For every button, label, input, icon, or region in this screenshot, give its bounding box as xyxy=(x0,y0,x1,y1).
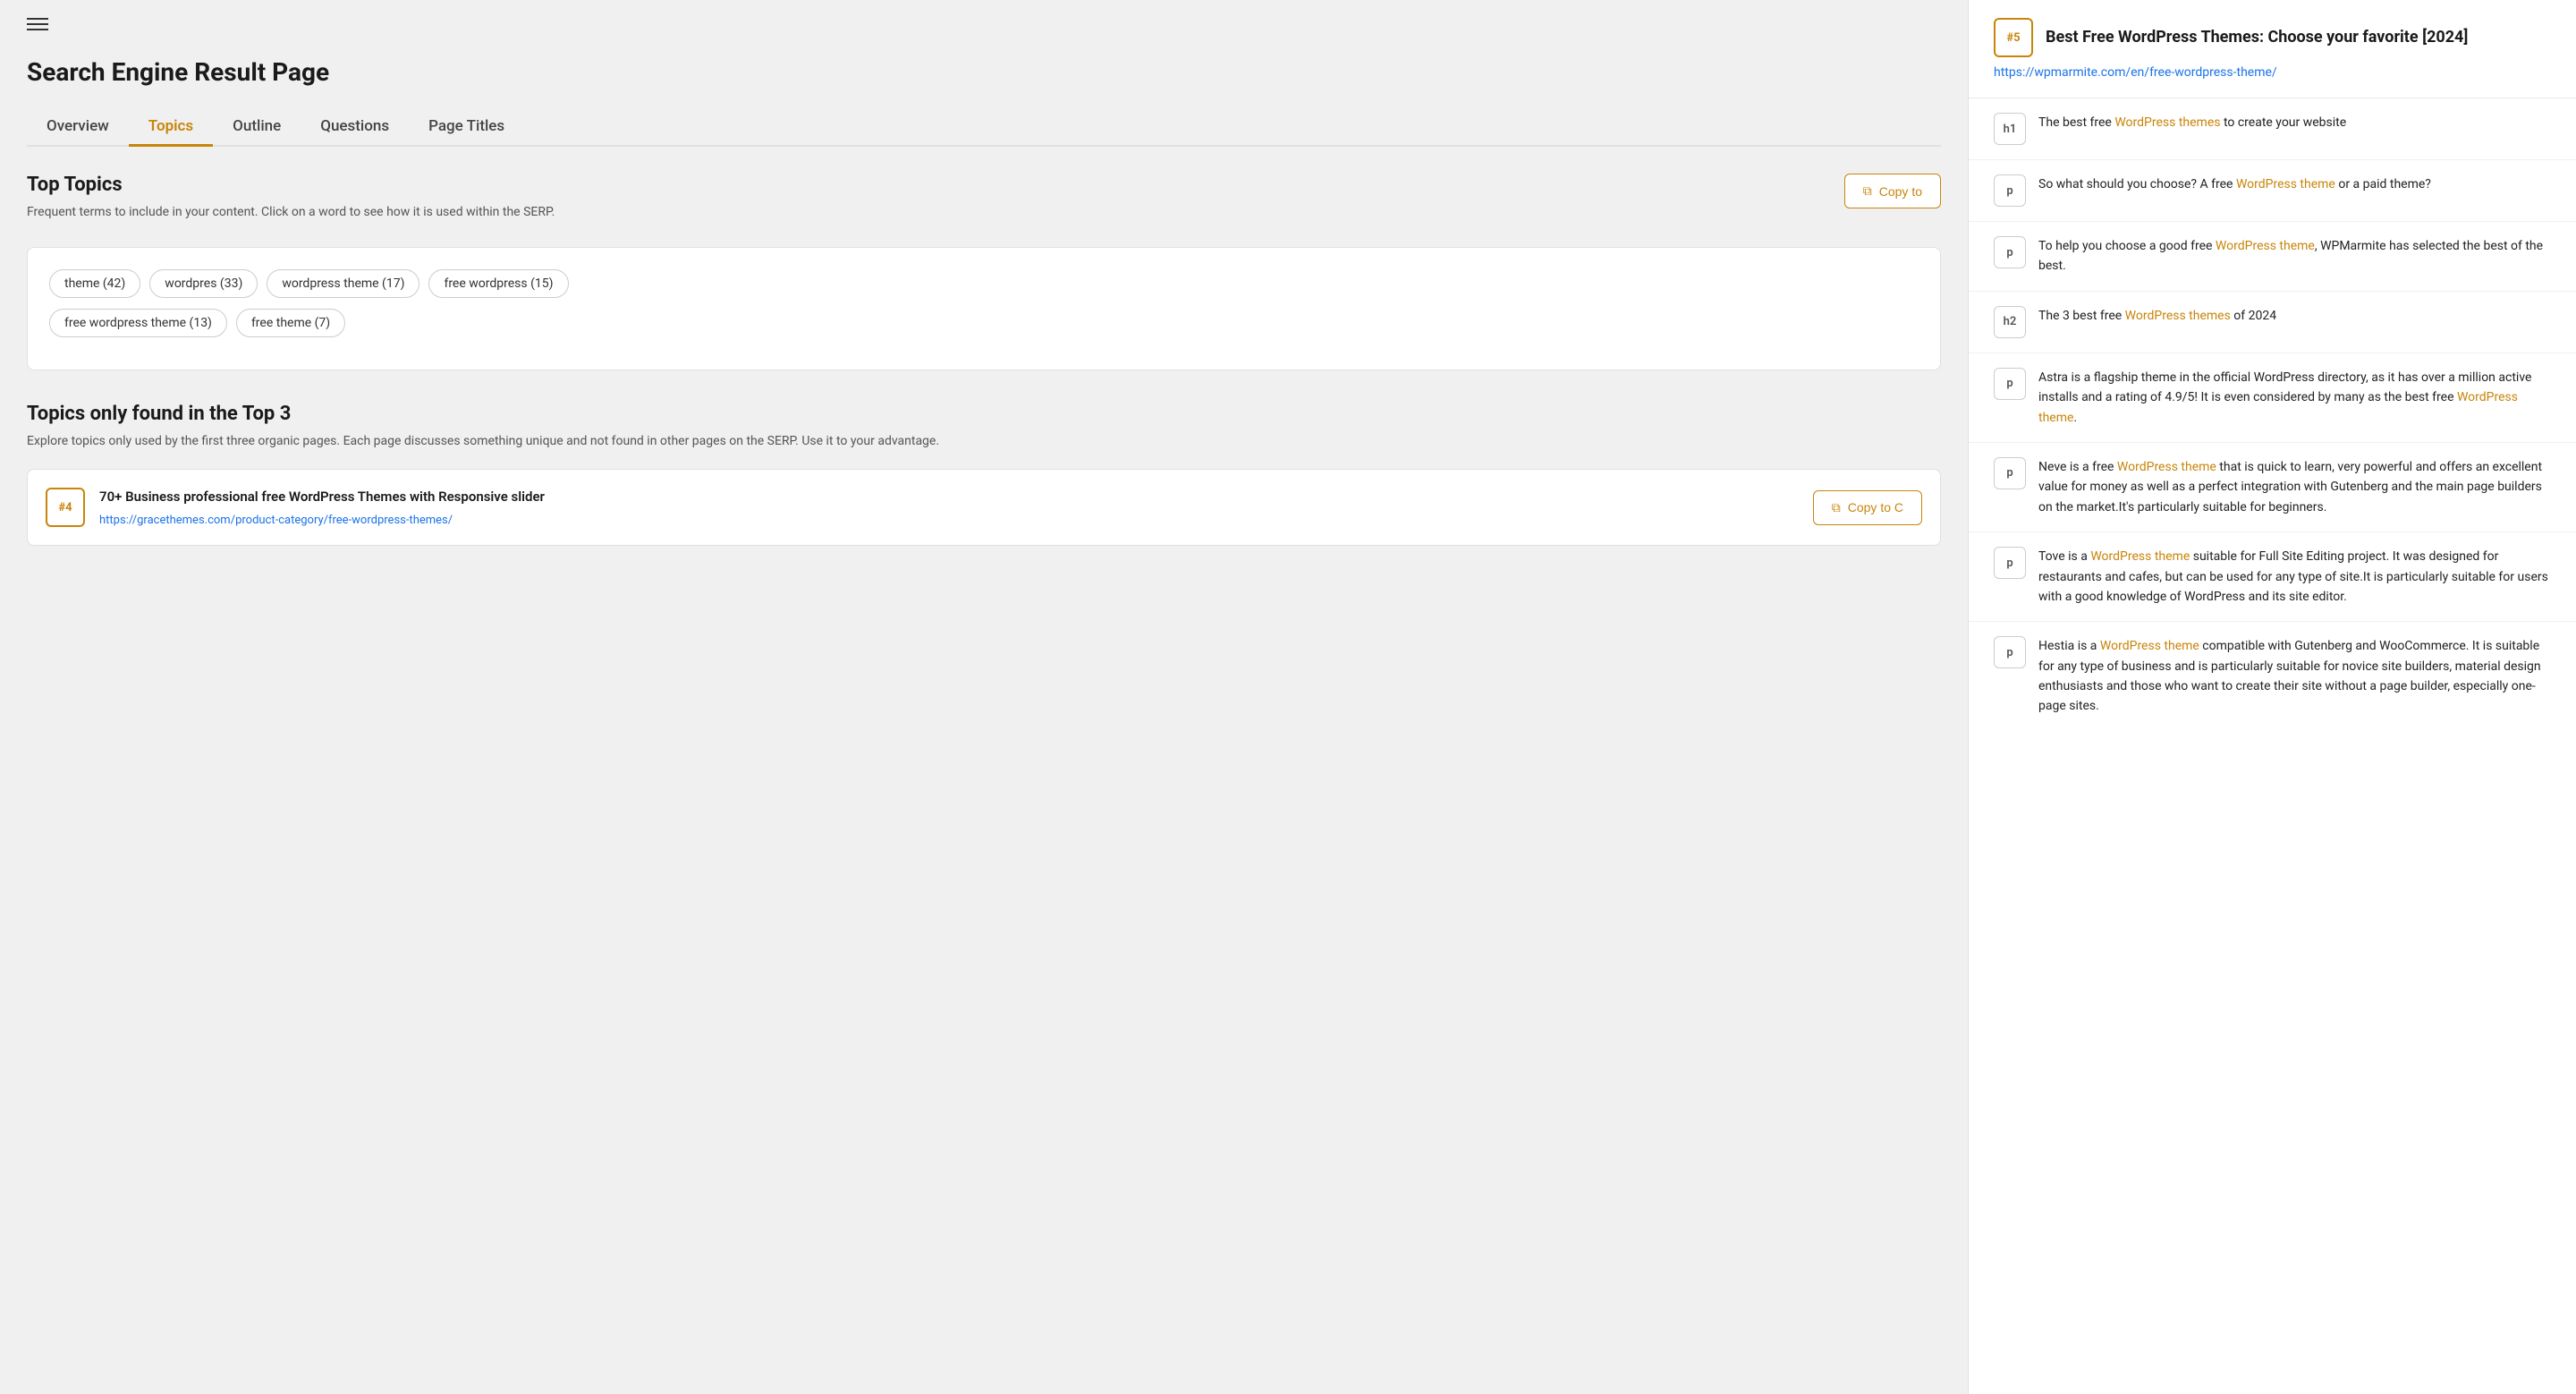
highlight-wordpress-themes-1: WordPress themes xyxy=(2114,115,2220,130)
content-text-p3: Astra is a flagship theme in the officia… xyxy=(2038,368,2551,428)
serp-card-left: #4 70+ Business professional free WordPr… xyxy=(46,488,545,527)
content-text-p4: Neve is a free WordPress theme that is q… xyxy=(2038,457,2551,517)
highlight-wordpress-theme-6: WordPress theme xyxy=(2100,639,2199,653)
tab-questions[interactable]: Questions xyxy=(301,108,409,147)
serp-card-url[interactable]: https://gracethemes.com/product-category… xyxy=(99,514,453,527)
content-row-p4: p Neve is a free WordPress theme that is… xyxy=(1969,443,2576,532)
highlight-wordpress-theme-5: WordPress theme xyxy=(2090,549,2190,564)
tag-h2: h2 xyxy=(1994,306,2026,338)
copy-icon-2: ⧉ xyxy=(1832,500,1841,515)
serp-entry-url[interactable]: https://wpmarmite.com/en/free-wordpress-… xyxy=(1994,65,2277,80)
tag-free-wordpress-theme[interactable]: free wordpress theme (13) xyxy=(49,309,227,337)
content-text-p5: Tove is a WordPress theme suitable for F… xyxy=(2038,547,2551,607)
content-row-p2: p To help you choose a good free WordPre… xyxy=(1969,222,2576,292)
content-text-p2: To help you choose a good free WordPress… xyxy=(2038,236,2551,276)
tag-p4: p xyxy=(1994,457,2026,489)
hamburger-menu[interactable] xyxy=(27,18,48,30)
highlight-wordpress-theme-2: WordPress theme xyxy=(2216,239,2315,253)
tag-p2: p xyxy=(1994,236,2026,268)
copy-topics-button[interactable]: ⧉ Copy to xyxy=(1844,174,1941,208)
tabs-bar: Overview Topics Outline Questions Page T… xyxy=(27,108,1941,147)
page-heading: Search Engine Result Page xyxy=(27,57,1941,87)
top-topics-header: Top Topics Frequent terms to include in … xyxy=(27,174,1941,240)
topics-box: theme (42) wordpres (33) wordpress theme… xyxy=(27,247,1941,370)
tag-wordpres[interactable]: wordpres (33) xyxy=(149,269,258,298)
top3-title: Topics only found in the Top 3 xyxy=(27,403,1941,425)
left-panel: Search Engine Result Page Overview Topic… xyxy=(0,0,1968,1394)
copy-card-label: Copy to C xyxy=(1848,500,1903,514)
tags-row-1: theme (42) wordpres (33) wordpress theme… xyxy=(49,269,1919,298)
tag-wordpress-theme[interactable]: wordpress theme (17) xyxy=(267,269,419,298)
serp-card-4: #4 70+ Business professional free WordPr… xyxy=(27,469,1941,546)
rank-badge-4: #4 xyxy=(46,488,85,527)
tag-theme[interactable]: theme (42) xyxy=(49,269,140,298)
serp-entry-header: #5 Best Free WordPress Themes: Choose yo… xyxy=(1994,18,2551,57)
tag-p6: p xyxy=(1994,636,2026,668)
serp-entry-title: Best Free WordPress Themes: Choose your … xyxy=(2046,26,2468,48)
content-row-p1: p So what should you choose? A free Word… xyxy=(1969,160,2576,222)
highlight-wordpress-theme-1: WordPress theme xyxy=(2236,177,2335,191)
copy-icon: ⧉ xyxy=(1863,183,1872,199)
tag-p5: p xyxy=(1994,547,2026,579)
highlight-wordpress-theme-3: WordPress theme xyxy=(2038,390,2518,424)
tag-free-theme[interactable]: free theme (7) xyxy=(236,309,345,337)
tab-page-title[interactable]: Page Titles xyxy=(409,108,524,147)
tag-free-wordpress[interactable]: free wordpress (15) xyxy=(428,269,568,298)
copy-card-button[interactable]: ⧉ Copy to C xyxy=(1813,490,1922,525)
content-row-p3: p Astra is a flagship theme in the offic… xyxy=(1969,353,2576,443)
content-text-h2: The 3 best free WordPress themes of 2024 xyxy=(2038,306,2551,326)
tag-h1: h1 xyxy=(1994,113,2026,145)
serp-card-title: 70+ Business professional free WordPress… xyxy=(99,488,545,506)
tag-p1: p xyxy=(1994,174,2026,207)
content-row-h2: h2 The 3 best free WordPress themes of 2… xyxy=(1969,292,2576,353)
content-row-p5: p Tove is a WordPress theme suitable for… xyxy=(1969,532,2576,622)
tag-p3: p xyxy=(1994,368,2026,400)
rank-badge-5: #5 xyxy=(1994,18,2033,57)
top-topics-desc: Frequent terms to include in your conten… xyxy=(27,203,555,222)
top3-desc: Explore topics only used by the first th… xyxy=(27,432,1941,451)
tags-row-2: free wordpress theme (13) free theme (7) xyxy=(49,309,1919,337)
tab-overview[interactable]: Overview xyxy=(27,108,129,147)
tab-outline[interactable]: Outline xyxy=(213,108,301,147)
right-panel: #5 Best Free WordPress Themes: Choose yo… xyxy=(1968,0,2576,1394)
highlight-wordpress-themes-2: WordPress themes xyxy=(2125,309,2231,323)
content-text-p6: Hestia is a WordPress theme compatible w… xyxy=(2038,636,2551,717)
copy-topics-label: Copy to xyxy=(1879,184,1922,199)
content-row-h1: h1 The best free WordPress themes to cre… xyxy=(1969,98,2576,160)
tab-topics[interactable]: Topics xyxy=(129,108,213,147)
serp-entry-5: #5 Best Free WordPress Themes: Choose yo… xyxy=(1969,0,2576,98)
content-text-p1: So what should you choose? A free WordPr… xyxy=(2038,174,2551,194)
content-row-p6: p Hestia is a WordPress theme compatible… xyxy=(1969,622,2576,731)
content-text-h1: The best free WordPress themes to create… xyxy=(2038,113,2551,132)
top-topics-title: Top Topics xyxy=(27,174,555,196)
highlight-wordpress-theme-4: WordPress theme xyxy=(2117,460,2216,474)
